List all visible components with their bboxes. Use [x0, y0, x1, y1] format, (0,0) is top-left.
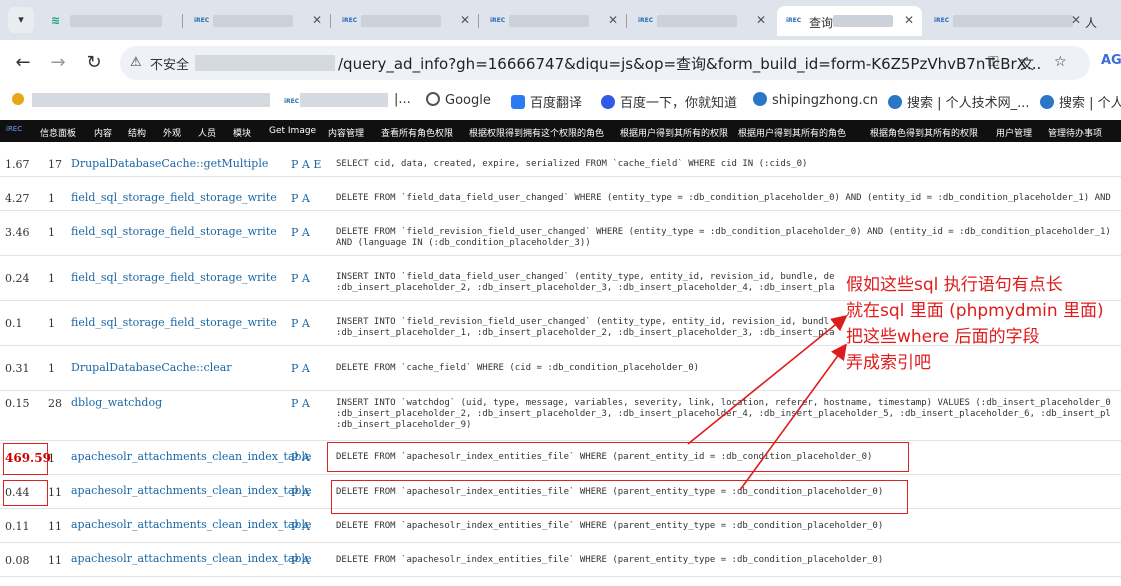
annotation-text: 假如这些sql 执行语句有点长 就在sql 里面 (phpmydmin 里面) …: [846, 272, 1104, 376]
annotation-line: 就在sql 里面 (phpmydmin 里面): [846, 301, 1104, 321]
annotation-line: 假如这些sql 执行语句有点长: [846, 275, 1063, 295]
annotation-line: 把这些where 后面的字段: [846, 327, 1040, 347]
annotation-line: 弄成索引吧: [846, 353, 931, 373]
